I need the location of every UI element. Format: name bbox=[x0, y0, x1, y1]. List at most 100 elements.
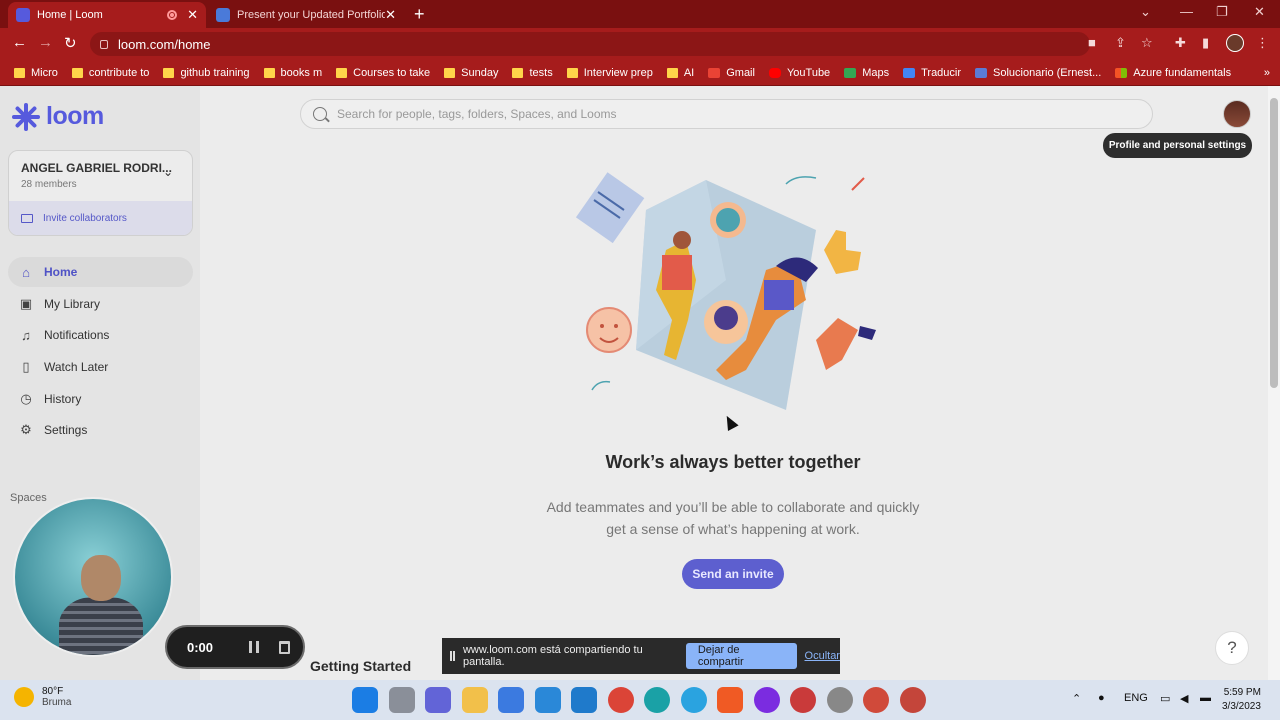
bookmark-youtube[interactable]: YouTube bbox=[768, 67, 830, 79]
mail-app-icon[interactable] bbox=[534, 687, 561, 713]
chrome-icon[interactable] bbox=[790, 687, 816, 713]
tab-portfolio[interactable]: Present your Updated Portfolio ✕ bbox=[208, 2, 404, 28]
sidebar-item-notifications[interactable]: ♫ Notifications bbox=[8, 320, 193, 350]
bookmark-micro[interactable]: Micro bbox=[14, 67, 58, 79]
bookmark-interview-prep[interactable]: Interview prep bbox=[566, 66, 653, 79]
camera-bubble[interactable] bbox=[13, 497, 173, 657]
send-invite-button[interactable]: Send an invite bbox=[682, 559, 784, 589]
reload-button[interactable]: ↻ bbox=[64, 34, 77, 52]
bookmark-contribute[interactable]: contribute to bbox=[71, 67, 149, 79]
file-explorer-icon[interactable] bbox=[461, 687, 488, 713]
youtube-icon bbox=[768, 67, 781, 78]
hero-subtitle: Add teammates and you’ll be able to coll… bbox=[530, 496, 936, 540]
bookmark-label: books m bbox=[280, 66, 323, 79]
bookmark-books[interactable]: books m bbox=[263, 66, 323, 79]
profile-avatar[interactable] bbox=[1223, 100, 1251, 128]
invite-collaborators-button[interactable]: Invite collaborators bbox=[9, 201, 192, 235]
volume-icon[interactable]: ◀ bbox=[1180, 692, 1188, 705]
help-button[interactable]: ? bbox=[1215, 631, 1249, 665]
close-window-button[interactable]: ✕ bbox=[1254, 4, 1265, 20]
share-icon[interactable]: ⇪ bbox=[1115, 35, 1126, 51]
hide-link[interactable]: Ocultar bbox=[805, 650, 840, 662]
drag-handle-icon[interactable] bbox=[450, 651, 455, 661]
back-button[interactable]: ← bbox=[12, 34, 27, 51]
pause-icon[interactable] bbox=[249, 641, 259, 653]
edge-icon[interactable] bbox=[644, 687, 670, 713]
bookmark-azure[interactable]: Azure fundamentals bbox=[1115, 67, 1231, 79]
maximize-button[interactable]: ❐ bbox=[1216, 4, 1228, 20]
bookmark-courses[interactable]: Courses to take bbox=[336, 67, 430, 79]
loom-logo[interactable]: loom bbox=[12, 102, 104, 131]
mail-icon bbox=[21, 213, 33, 223]
scrollbar-thumb[interactable] bbox=[1270, 98, 1278, 388]
translate-icon bbox=[903, 67, 916, 78]
bookmark-github-training[interactable]: github training bbox=[163, 66, 250, 79]
extensions-icon[interactable]: ✚ bbox=[1175, 35, 1186, 51]
chevron-up-icon[interactable]: ⌃ bbox=[1072, 692, 1081, 705]
bookmark-label: Gmail bbox=[726, 66, 755, 79]
sidebar-item-home[interactable]: ⌂ Home bbox=[8, 257, 193, 287]
menu-icon[interactable]: ⋮ bbox=[1256, 35, 1269, 51]
url-field[interactable]: loom.com/home bbox=[90, 32, 1090, 56]
bookmark-gmail[interactable]: Gmail bbox=[708, 67, 755, 79]
trash-icon[interactable] bbox=[279, 640, 290, 654]
bookmark-tests[interactable]: tests bbox=[512, 67, 553, 79]
stop-sharing-button[interactable]: Dejar de compartir bbox=[685, 643, 797, 669]
star-icon[interactable]: ☆ bbox=[1141, 35, 1153, 51]
store-icon[interactable] bbox=[498, 687, 524, 713]
workspace-name: ANGEL GABRIEL RODRI... bbox=[21, 161, 172, 175]
search-placeholder: Search for people, tags, folders, Spaces… bbox=[337, 107, 617, 121]
folder-icon bbox=[666, 67, 678, 78]
tab-home-loom[interactable]: Home | Loom ✕ bbox=[8, 2, 206, 28]
camera-icon[interactable]: ■ bbox=[1088, 35, 1096, 50]
sidebar-nav: ⌂ Home ▣ My Library ♫ Notifications ▯ Wa… bbox=[8, 257, 193, 447]
page-scrollbar[interactable] bbox=[1268, 86, 1280, 680]
microphone-icon[interactable]: ● bbox=[1098, 692, 1105, 704]
workspace-switcher[interactable]: ANGEL GABRIEL RODRI... 28 members ⌄ Invi… bbox=[8, 150, 193, 236]
search-input[interactable]: Search for people, tags, folders, Spaces… bbox=[300, 99, 1153, 129]
minimize-button[interactable]: — bbox=[1180, 4, 1193, 19]
sidebar-item-history[interactable]: ◷ History bbox=[8, 384, 193, 414]
sidebar-item-my-library[interactable]: ▣ My Library bbox=[8, 289, 193, 319]
chrome-icon[interactable] bbox=[899, 687, 926, 713]
bell-icon: ♫ bbox=[21, 327, 31, 343]
sidebar-item-watch-later[interactable]: ▯ Watch Later bbox=[8, 352, 193, 382]
bookmark-traducir[interactable]: Traducir bbox=[903, 67, 961, 79]
battery-icon[interactable]: ▬ bbox=[1200, 692, 1211, 704]
telegram-icon[interactable] bbox=[680, 687, 707, 713]
close-tab-icon[interactable]: ✕ bbox=[187, 7, 198, 23]
bookmark-maps[interactable]: Maps bbox=[844, 67, 889, 79]
task-view-icon[interactable] bbox=[388, 687, 415, 713]
network-icon[interactable]: ▭ bbox=[1160, 692, 1170, 705]
chrome-icon[interactable] bbox=[607, 687, 634, 713]
clock-icon: ◷ bbox=[20, 390, 32, 406]
tab-search-icon[interactable]: ⌄ bbox=[1140, 4, 1151, 20]
clock-app-icon[interactable] bbox=[826, 687, 853, 713]
close-tab-icon[interactable]: ✕ bbox=[385, 7, 396, 23]
bookmark-label: Interview prep bbox=[583, 66, 653, 79]
chevron-down-icon[interactable]: ⌄ bbox=[163, 165, 173, 179]
l-app-icon[interactable] bbox=[571, 687, 597, 713]
more-bookmarks-button[interactable]: » bbox=[1264, 67, 1270, 79]
chrome-icon[interactable] bbox=[863, 687, 889, 713]
sidebar-item-label: Settings bbox=[44, 423, 88, 438]
brave-icon[interactable] bbox=[717, 687, 743, 713]
weather-widget[interactable]: 80°F Bruma bbox=[14, 686, 71, 708]
language-indicator[interactable]: ENG bbox=[1124, 692, 1148, 704]
bookmark-sunday[interactable]: Sunday bbox=[444, 67, 498, 79]
sidebar-item-settings[interactable]: ⚙ Settings bbox=[8, 415, 193, 445]
sidepanel-icon[interactable]: ▮ bbox=[1202, 35, 1209, 51]
new-tab-button[interactable]: + bbox=[414, 4, 425, 25]
system-clock[interactable]: 5:59 PM 3/3/2023 bbox=[1222, 686, 1261, 714]
app-icon[interactable] bbox=[753, 687, 780, 713]
docs-favicon-icon bbox=[216, 8, 230, 22]
chat-icon[interactable] bbox=[425, 687, 451, 713]
bookmark-label: github training bbox=[180, 66, 250, 79]
loom-app: loom ANGEL GABRIEL RODRI... 28 members ⌄… bbox=[0, 86, 1280, 680]
bookmark-solucionario[interactable]: Solucionario (Ernest... bbox=[975, 67, 1101, 79]
bookmark-ai[interactable]: AI bbox=[666, 67, 694, 79]
start-icon[interactable] bbox=[352, 687, 378, 713]
forward-button[interactable]: → bbox=[38, 34, 53, 51]
taskbar-apps bbox=[352, 687, 936, 713]
browser-profile-avatar[interactable] bbox=[1226, 34, 1244, 52]
